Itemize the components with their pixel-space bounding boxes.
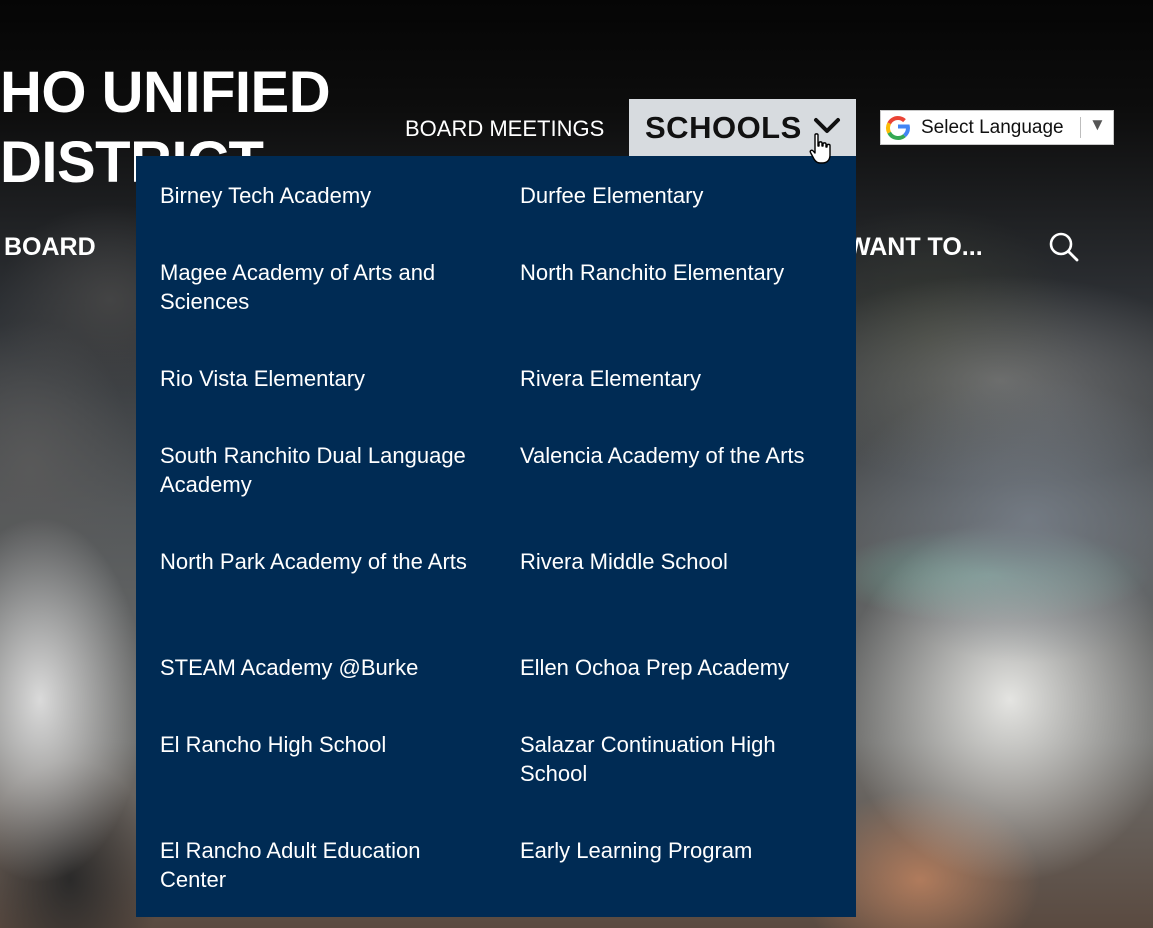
- nav-schools-label: SCHOOLS: [645, 109, 802, 145]
- nav-board-meetings[interactable]: BOARD MEETINGS: [405, 115, 604, 143]
- district-title-line1: HO UNIFIED: [0, 60, 331, 125]
- school-link[interactable]: El Rancho High School: [160, 730, 480, 759]
- school-link[interactable]: Magee Academy of Arts and Sciences: [160, 258, 480, 316]
- language-select[interactable]: Select Language ▼: [880, 110, 1114, 145]
- school-link[interactable]: Valencia Academy of the Arts: [520, 441, 840, 470]
- school-link[interactable]: Rivera Elementary: [520, 364, 840, 393]
- dropdown-arrow-icon: ▼: [1089, 115, 1106, 134]
- language-select-divider: [1080, 117, 1081, 138]
- language-select-label: Select Language: [921, 116, 1064, 138]
- school-link[interactable]: Salazar Continuation High School: [520, 730, 840, 788]
- school-link[interactable]: Rivera Middle School: [520, 547, 840, 576]
- school-link[interactable]: Rio Vista Elementary: [160, 364, 480, 393]
- school-link[interactable]: Durfee Elementary: [520, 181, 840, 210]
- school-link[interactable]: North Ranchito Elementary: [520, 258, 840, 287]
- school-link[interactable]: South Ranchito Dual Language Academy: [160, 441, 480, 499]
- school-link[interactable]: Birney Tech Academy: [160, 181, 480, 210]
- school-link[interactable]: El Rancho Adult Education Center: [160, 836, 480, 894]
- school-link[interactable]: North Park Academy of the Arts: [160, 547, 480, 576]
- nav-i-want-to[interactable]: WANT TO...: [847, 232, 983, 262]
- google-logo-icon: [886, 115, 910, 140]
- nav-board[interactable]: BOARD: [4, 232, 96, 262]
- school-link[interactable]: Ellen Ochoa Prep Academy: [520, 653, 840, 682]
- school-link[interactable]: Early Learning Program: [520, 836, 840, 865]
- hand-cursor-icon: [809, 133, 831, 164]
- schools-dropdown-menu: Birney Tech Academy Magee Academy of Art…: [136, 156, 856, 917]
- search-icon[interactable]: [1047, 230, 1081, 264]
- school-link[interactable]: STEAM Academy @Burke: [160, 653, 480, 682]
